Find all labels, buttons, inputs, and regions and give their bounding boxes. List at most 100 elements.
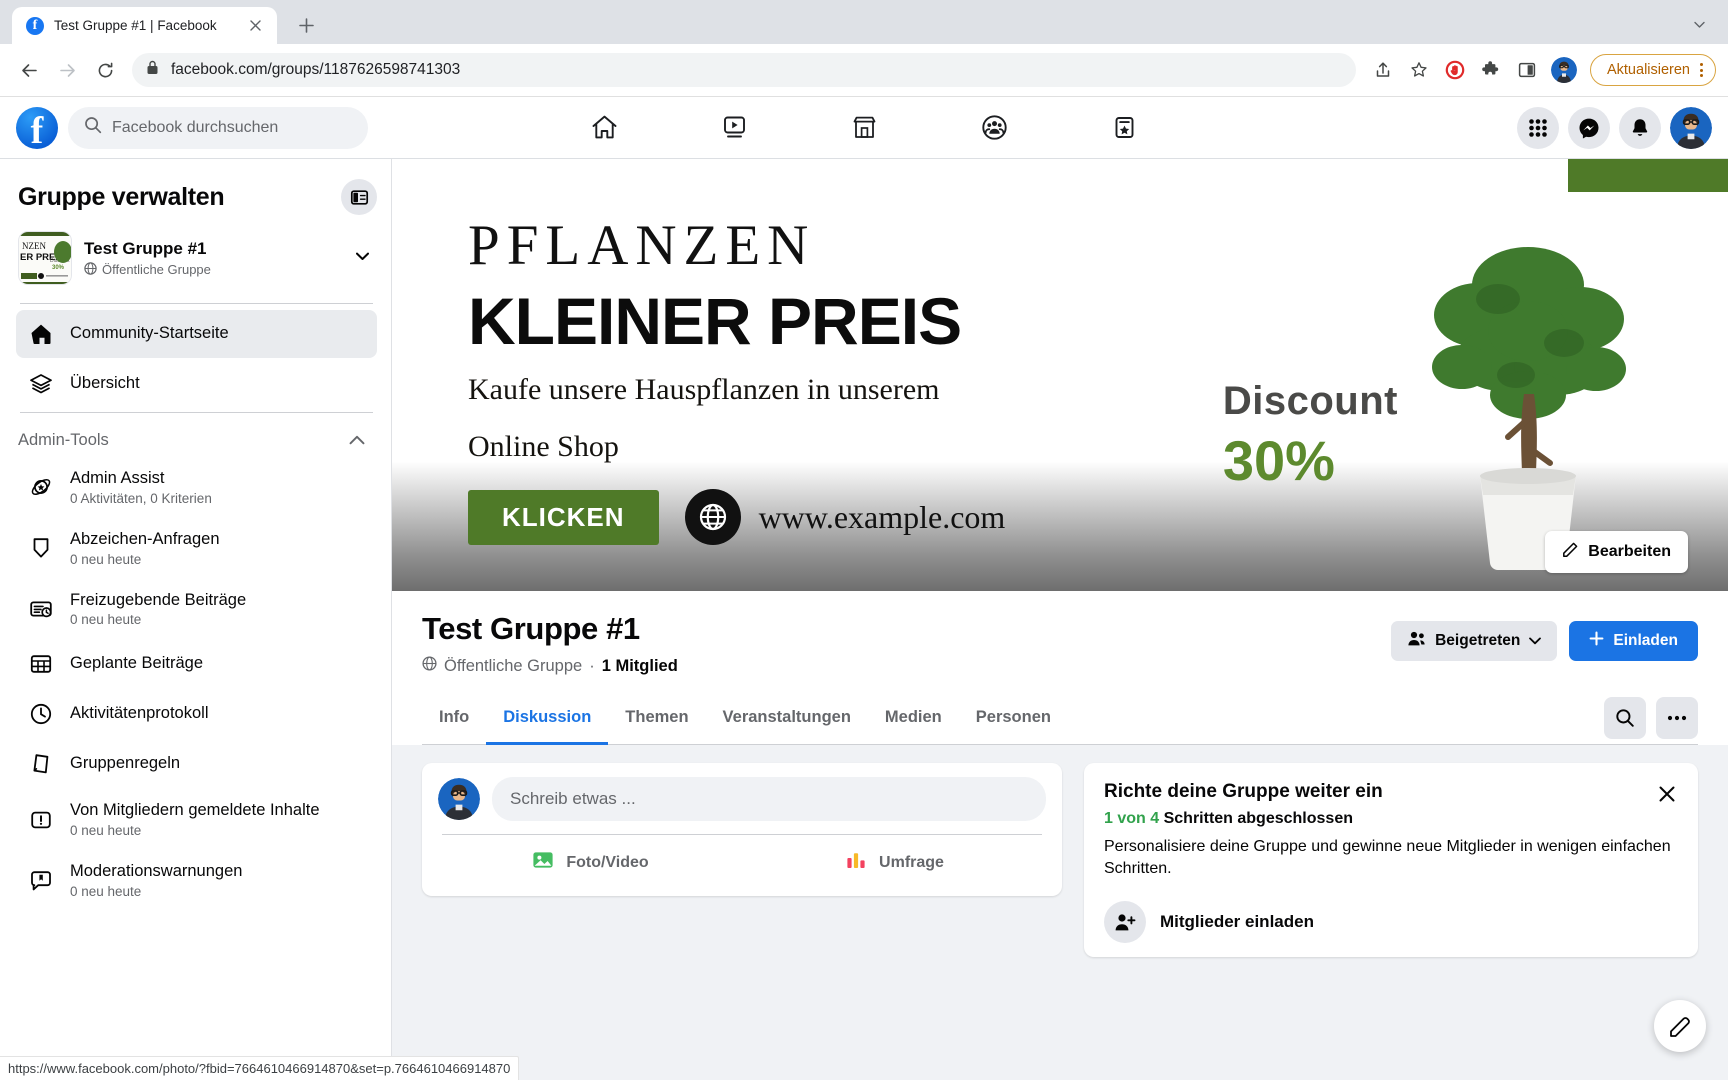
layers-icon — [28, 371, 54, 397]
moderation-alert-icon — [28, 868, 54, 894]
search-input[interactable]: Facebook durchsuchen — [68, 106, 368, 149]
sidebar-item-pending-posts[interactable]: Freizugebende Beiträge 0 neu heute — [16, 580, 377, 639]
composer-input[interactable]: Schreib etwas ... — [492, 777, 1046, 821]
cover-ad-image: PFLANZEN KLEINER PREIS Kaufe unsere Haus… — [392, 159, 1728, 571]
bell-icon[interactable] — [1619, 106, 1661, 149]
group-subtitle: Öffentliche Gruppe · 1 Mitglied — [422, 656, 1391, 676]
plant-illustration — [1398, 219, 1658, 579]
composer-photo-video-button[interactable]: Foto/Video — [438, 835, 742, 890]
browser-status-bar: https://www.facebook.com/photo/?fbid=766… — [0, 1056, 520, 1080]
sidebar-item-label: Übersicht — [70, 374, 140, 393]
chrome-menu-icon[interactable] — [1694, 63, 1709, 77]
puzzle-icon[interactable] — [1474, 53, 1508, 87]
invite-button[interactable]: Einladen — [1569, 621, 1698, 661]
browser-tab[interactable]: f Test Gruppe #1 | Facebook — [12, 7, 277, 44]
tab-themen[interactable]: Themen — [608, 692, 705, 745]
nav-groups[interactable] — [929, 100, 1059, 156]
panel-toggle-icon[interactable] — [341, 179, 377, 215]
sidebar-group-row[interactable]: NZEN ER PREIS Discount 30% Test Gruppe #… — [16, 229, 377, 299]
adblock-icon[interactable] — [1438, 53, 1472, 87]
edit-cover-label: Bearbeiten — [1588, 543, 1671, 560]
page-body: Gruppe verwalten NZEN ER PREIS 30% Test … — [0, 159, 1728, 1080]
url-text: facebook.com/groups/1187626598741303 — [171, 61, 461, 78]
globe-icon — [84, 261, 97, 278]
search-placeholder: Facebook durchsuchen — [112, 118, 279, 136]
group-cover[interactable]: PFLANZEN KLEINER PREIS Kaufe unsere Haus… — [392, 159, 1728, 591]
star-icon[interactable] — [1402, 53, 1436, 87]
sidebar-item-scheduled-posts[interactable]: Geplante Beiträge — [16, 640, 377, 688]
account-avatar[interactable] — [1670, 106, 1712, 149]
sidebar-item-admin-assist[interactable]: Admin Assist 0 Aktivitäten, 0 Kriterien — [16, 458, 377, 517]
ad-discount-value: 30% — [1222, 429, 1335, 492]
setup-card-description: Personalisiere deine Gruppe und gewinne … — [1104, 838, 1671, 878]
edit-cover-button[interactable]: Bearbeiten — [1545, 531, 1688, 573]
pencil-icon — [1562, 541, 1579, 563]
more-options-button[interactable] — [1656, 697, 1698, 739]
admin-assist-icon — [28, 474, 54, 500]
facebook-logo[interactable]: f — [16, 106, 58, 149]
post-composer: Schreib etwas ... Foto/Video Umfrage — [422, 763, 1062, 896]
sidebar-item-moderation-alerts[interactable]: Moderationswarnungen 0 neu heute — [16, 851, 377, 910]
forward-icon[interactable] — [50, 53, 84, 87]
report-icon — [28, 807, 54, 833]
sidebar-item-overview[interactable]: Übersicht — [16, 360, 377, 408]
sidebar-group-privacy-label: Öffentliche Gruppe — [102, 262, 211, 278]
nav-gaming[interactable] — [1059, 100, 1189, 156]
setup-group-card: Richte deine Gruppe weiter ein 1 von 4 S… — [1084, 763, 1698, 957]
chevron-down-icon[interactable] — [1682, 7, 1716, 41]
joined-button[interactable]: Beigetreten — [1391, 621, 1558, 661]
chevron-up-icon[interactable] — [349, 432, 365, 450]
ad-subline-1: Kaufe unsere Hauspflanzen in unserem — [468, 373, 940, 406]
tab-diskussion[interactable]: Diskussion — [486, 692, 609, 745]
divider — [20, 303, 373, 304]
sidebar-item-sublabel: 0 neu heute — [70, 883, 142, 899]
update-button-label: Aktualisieren — [1606, 62, 1690, 78]
group-tabs: Info Diskussion Themen Veranstaltungen M… — [422, 692, 1698, 745]
search-group-button[interactable] — [1604, 697, 1646, 739]
user-avatar[interactable] — [438, 778, 480, 820]
messenger-icon[interactable] — [1568, 106, 1610, 149]
new-tab-button[interactable] — [291, 10, 321, 40]
reload-icon[interactable] — [88, 53, 122, 87]
address-bar[interactable]: facebook.com/groups/1187626598741303 — [132, 53, 1356, 87]
sidebar-item-badge-requests[interactable]: Abzeichen-Anfragen 0 neu heute — [16, 519, 377, 578]
composer-photo-video-label: Foto/Video — [566, 853, 649, 871]
nav-home[interactable] — [539, 100, 669, 156]
profile-avatar[interactable] — [1550, 57, 1577, 83]
sidebar-item-label: Von Mitgliedern gemeldete Inhalte — [70, 801, 320, 820]
close-icon[interactable] — [245, 16, 265, 36]
sidebar-item-reported-content[interactable]: Von Mitgliedern gemeldete Inhalte 0 neu … — [16, 790, 377, 849]
ad-cta-button[interactable]: KLICKEN — [468, 489, 659, 545]
feed-area: Schreib etwas ... Foto/Video Umfrage Ric… — [392, 745, 1728, 957]
composer-poll-button[interactable]: Umfrage — [742, 835, 1046, 890]
chevron-down-icon[interactable] — [356, 252, 375, 264]
ad-headline-top: PFLANZEN — [468, 214, 816, 277]
close-icon[interactable] — [1650, 777, 1684, 811]
nav-marketplace[interactable] — [799, 100, 929, 156]
share-icon[interactable] — [1366, 53, 1400, 87]
sidebar-section-admin-tools[interactable]: Admin-Tools — [16, 419, 377, 458]
back-icon[interactable] — [12, 53, 46, 87]
invite-members-icon — [1104, 900, 1146, 943]
poll-icon — [844, 848, 868, 877]
sidebar-title: Gruppe verwalten — [18, 182, 225, 211]
tab-personen[interactable]: Personen — [959, 692, 1068, 745]
sidebar-item-label: Aktivitätenprotokoll — [70, 704, 209, 723]
sidebar-item-group-rules[interactable]: Gruppenregeln — [16, 740, 377, 788]
side-panel-icon[interactable] — [1510, 53, 1544, 87]
update-button[interactable]: Aktualisieren — [1589, 54, 1716, 86]
compose-icon[interactable] — [1654, 1000, 1706, 1052]
tab-medien[interactable]: Medien — [868, 692, 959, 745]
rules-book-icon — [28, 751, 54, 777]
setup-card-title: Richte deine Gruppe weiter ein — [1104, 781, 1383, 802]
tab-info[interactable]: Info — [422, 692, 486, 745]
grid-menu-icon[interactable] — [1517, 106, 1559, 149]
group-thumbnail: NZEN ER PREIS Discount 30% — [18, 231, 72, 285]
setup-item-invite-members[interactable]: Mitglieder einladen — [1104, 900, 1678, 943]
nav-video[interactable] — [669, 100, 799, 156]
sidebar-item-community-home[interactable]: Community-Startseite — [16, 310, 377, 358]
sidebar-item-label: Freizugebende Beiträge — [70, 590, 247, 609]
tab-veranstaltungen[interactable]: Veranstaltungen — [706, 692, 868, 745]
sidebar-item-activity-log[interactable]: Aktivitätenprotokoll — [16, 690, 377, 738]
sidebar-section-label: Admin-Tools — [18, 431, 109, 449]
